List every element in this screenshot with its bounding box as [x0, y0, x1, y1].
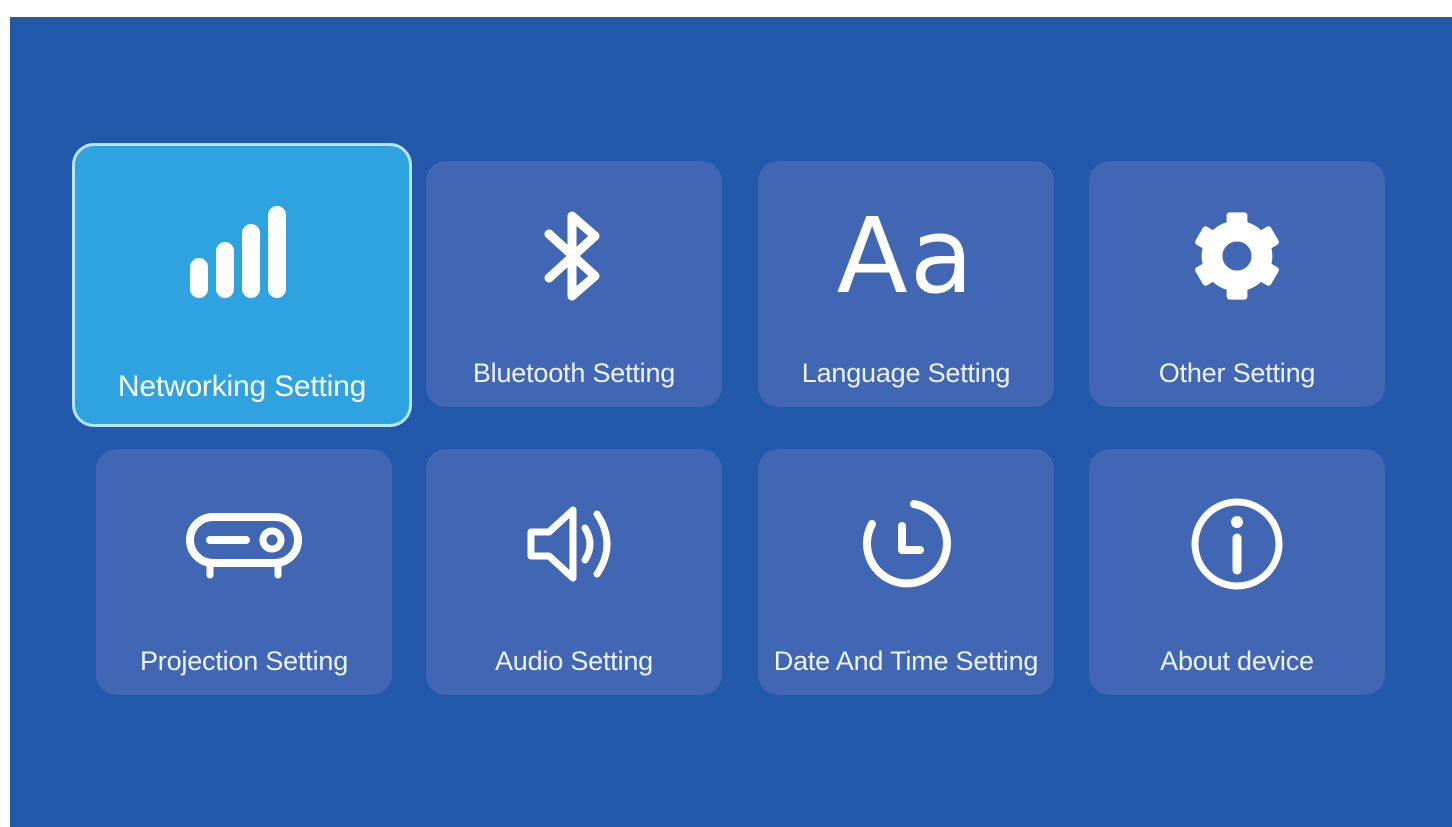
- tile-label: Audio Setting: [494, 646, 654, 676]
- tile-bluetooth-setting[interactable]: Bluetooth Setting: [426, 161, 722, 407]
- tile-label: Date And Time Setting: [773, 646, 1039, 676]
- tile-networking-setting[interactable]: Networking Setting: [72, 143, 412, 427]
- language-aa-glyph: Aa: [836, 195, 976, 317]
- language-aa-icon: Aa: [836, 201, 976, 311]
- tile-label: Other Setting: [1158, 358, 1316, 388]
- bluetooth-icon: [504, 201, 644, 311]
- tile-projection-setting[interactable]: Projection Setting: [96, 449, 392, 695]
- settings-screen: Networking Setting Bluetooth Setting Aa …: [10, 17, 1452, 827]
- gear-icon: [1167, 201, 1307, 311]
- tile-label: Projection Setting: [139, 646, 349, 676]
- tile-audio-setting[interactable]: Audio Setting: [426, 449, 722, 695]
- tile-language-setting[interactable]: Aa Language Setting: [758, 161, 1054, 407]
- signal-bars-icon: [172, 201, 312, 311]
- tile-date-and-time-setting[interactable]: Date And Time Setting: [758, 449, 1054, 695]
- tile-label: Bluetooth Setting: [472, 358, 676, 388]
- tile-label: Language Setting: [801, 358, 1011, 388]
- projector-icon: [174, 489, 314, 599]
- info-icon: [1167, 489, 1307, 599]
- clock-icon: [836, 489, 976, 599]
- tile-label: Networking Setting: [117, 370, 367, 403]
- tile-other-setting[interactable]: Other Setting: [1089, 161, 1385, 407]
- speaker-icon: [504, 489, 644, 599]
- tile-label: About device: [1160, 646, 1314, 676]
- tile-about-device[interactable]: About device: [1089, 449, 1385, 695]
